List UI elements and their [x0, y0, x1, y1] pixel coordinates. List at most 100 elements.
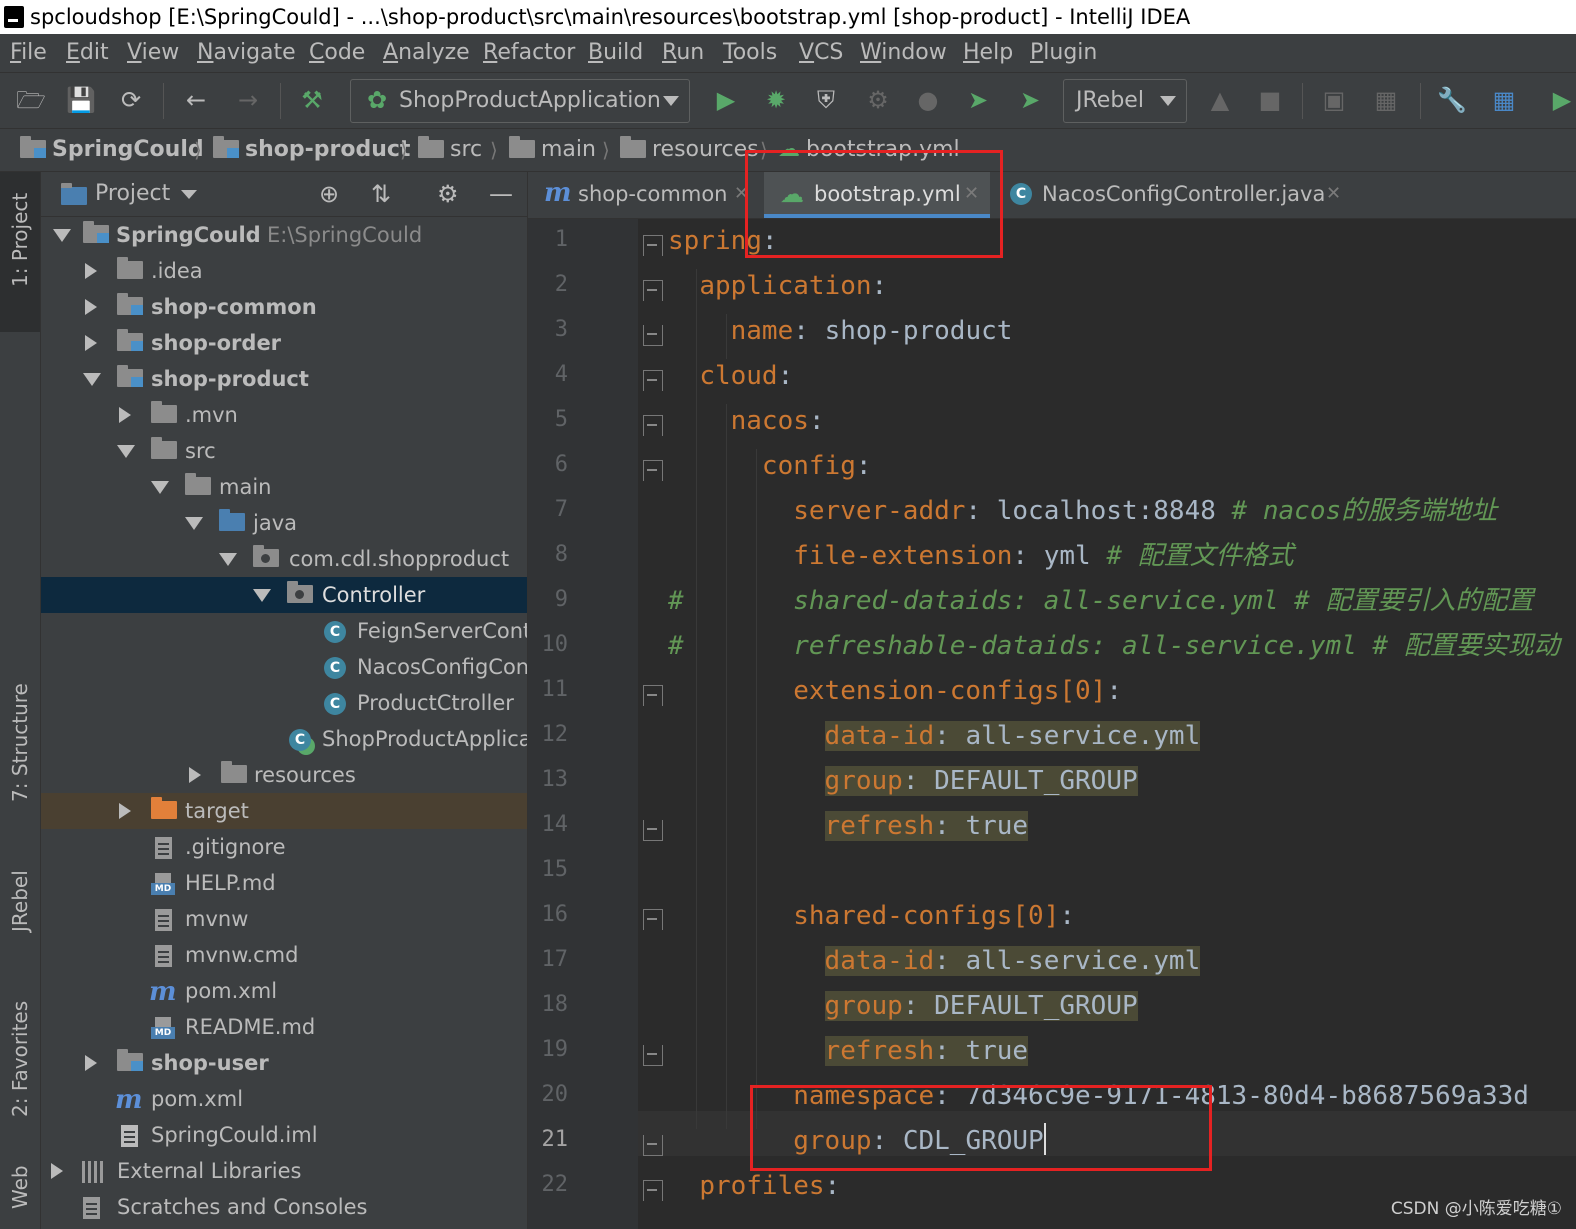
tree-item[interactable]: C ShopProductApplica	[41, 721, 527, 757]
tab-shop-common[interactable]: m shop-common ✕	[528, 172, 756, 218]
fold-marker[interactable]	[643, 415, 663, 436]
tool-tab-jrebel[interactable]: JRebel	[0, 842, 40, 952]
tree-item[interactable]: main	[41, 469, 527, 505]
tool-tab-project[interactable]: 1: Project	[0, 172, 40, 332]
tree-item-selected[interactable]: Controller	[41, 577, 527, 613]
fold-marker[interactable]	[643, 325, 663, 346]
tree-item[interactable]: java	[41, 505, 527, 541]
tree-item[interactable]: C NacosConfigCon	[41, 649, 527, 685]
tree-item[interactable]: C ProductCtroller	[41, 685, 527, 721]
code-editor[interactable]: 1 2 3 4 5 6 7 8 9 10 11 12 13 14 15 16 1…	[528, 219, 1576, 1229]
locate-icon[interactable]: ⊕	[319, 182, 339, 206]
menu-help[interactable]: Help	[963, 34, 1013, 72]
gear-icon[interactable]: ⚙	[437, 182, 459, 206]
back-arrow-icon[interactable]: ←	[182, 86, 210, 114]
tool-tab-structure[interactable]: 7: Structure	[0, 642, 40, 812]
tree-item[interactable]: shop-product	[41, 361, 527, 397]
breadcrumb-main[interactable]: main	[509, 129, 596, 171]
menu-plugin[interactable]: Plugin	[1030, 34, 1097, 72]
tree-item[interactable]: C FeignServerContr	[41, 613, 527, 649]
breadcrumb-src[interactable]: src	[418, 129, 482, 171]
jrebel-debug-icon[interactable]: ➤	[1016, 86, 1044, 114]
run-configuration-select[interactable]: ✿ ShopProductApplication	[350, 79, 690, 123]
menu-code[interactable]: Code	[309, 34, 365, 72]
menu-window[interactable]: Window	[860, 34, 947, 72]
debug-icon[interactable]: ✹	[762, 86, 790, 114]
jrebel-panel-icon[interactable]: ▲	[1206, 86, 1234, 114]
collapse-all-icon[interactable]: ⇅	[371, 182, 391, 206]
menu-view[interactable]: View	[127, 34, 179, 72]
tree-item[interactable]: shop-common	[41, 289, 527, 325]
tree-item[interactable]: SpringCould E:\SpringCould	[41, 217, 527, 253]
hide-icon[interactable]: —	[489, 182, 513, 206]
tree-item[interactable]: mvnw.cmd	[41, 937, 527, 973]
run-icon[interactable]: ▶	[712, 86, 740, 114]
tree-item[interactable]: .gitignore	[41, 829, 527, 865]
jrebel-select[interactable]: JRebel	[1063, 79, 1187, 123]
source-folder-icon	[219, 509, 245, 531]
open-folder-icon[interactable]: 🗁	[16, 86, 46, 114]
forward-arrow-icon[interactable]: →	[234, 86, 262, 114]
menu-refactor[interactable]: Refactor	[483, 34, 575, 72]
fold-marker[interactable]	[643, 280, 663, 301]
tree-item[interactable]: shop-order	[41, 325, 527, 361]
menu-file[interactable]: File	[10, 34, 47, 72]
deploy-icon[interactable]: ▦	[1372, 86, 1400, 114]
tree-item[interactable]: mvnw	[41, 901, 527, 937]
attach-icon[interactable]: ●	[914, 86, 942, 114]
menu-run[interactable]: Run	[662, 34, 704, 72]
sync-icon[interactable]: ⟳	[117, 86, 145, 114]
menu-analyze[interactable]: Analyze	[383, 34, 470, 72]
breadcrumb-springcould[interactable]: SpringCould	[20, 129, 204, 171]
update-app-icon[interactable]: ▣	[1320, 86, 1348, 114]
menu-tools[interactable]: Tools	[723, 34, 777, 72]
wrench-settings-icon[interactable]: 🔧	[1437, 86, 1467, 114]
module-folder-icon	[117, 293, 143, 315]
tree-item[interactable]: .idea	[41, 253, 527, 289]
breadcrumb-resources[interactable]: resources	[620, 129, 759, 171]
build-hammer-icon[interactable]: ⚒	[298, 86, 326, 114]
chevron-down-icon[interactable]	[181, 190, 197, 199]
tree-item[interactable]: Scratches and Consoles	[41, 1189, 527, 1225]
fold-marker[interactable]	[643, 820, 663, 841]
tool-tab-favorites[interactable]: 2: Favorites	[0, 977, 40, 1127]
tool-tab-web[interactable]: Web	[0, 1152, 40, 1229]
profile-icon[interactable]: ⚙	[864, 86, 892, 114]
fold-marker[interactable]	[643, 1135, 663, 1156]
tree-item[interactable]: HELP.md	[41, 865, 527, 901]
jrebel-run-icon[interactable]: ➤	[964, 86, 992, 114]
tree-item[interactable]: src	[41, 433, 527, 469]
run-panel-icon[interactable]: ▶	[1548, 86, 1576, 114]
project-structure-icon[interactable]: ▦	[1490, 86, 1518, 114]
tree-item[interactable]: README.md	[41, 1009, 527, 1045]
menu-edit[interactable]: Edit	[66, 34, 109, 72]
menu-vcs[interactable]: VCS	[799, 34, 843, 72]
tree-item[interactable]: shop-user	[41, 1045, 527, 1081]
fold-marker[interactable]	[643, 235, 663, 256]
tree-item[interactable]: m pom.xml	[41, 1081, 527, 1117]
tree-item[interactable]: .mvn	[41, 397, 527, 433]
fold-marker[interactable]	[643, 685, 663, 706]
tree-item[interactable]: resources	[41, 757, 527, 793]
fold-marker[interactable]	[643, 909, 663, 930]
fold-marker[interactable]	[643, 1045, 663, 1066]
fold-marker[interactable]	[643, 460, 663, 481]
save-icon[interactable]: 💾	[66, 86, 96, 114]
line-number: 11	[541, 677, 569, 702]
project-panel-title[interactable]: Project	[95, 172, 170, 216]
tree-item[interactable]: m pom.xml	[41, 973, 527, 1009]
tree-item[interactable]: External Libraries	[41, 1153, 527, 1189]
package-icon	[253, 545, 279, 567]
breadcrumb-shop-product[interactable]: shop-product	[213, 129, 410, 171]
close-icon[interactable]: ✕	[1326, 172, 1341, 216]
tree-item[interactable]: com.cdl.shopproduct	[41, 541, 527, 577]
tree-item[interactable]: SpringCould.iml	[41, 1117, 527, 1153]
menu-build[interactable]: Build	[588, 34, 643, 72]
stop-icon[interactable]: ■	[1256, 86, 1284, 114]
tree-item[interactable]: target	[41, 793, 527, 829]
menu-navigate[interactable]: Navigate	[197, 34, 296, 72]
fold-marker[interactable]	[643, 370, 663, 391]
coverage-icon[interactable]: ⛨	[812, 86, 840, 114]
tab-nacos-config-controller[interactable]: C NacosConfigController.java ✕	[998, 172, 1358, 218]
fold-marker[interactable]	[643, 1180, 663, 1201]
